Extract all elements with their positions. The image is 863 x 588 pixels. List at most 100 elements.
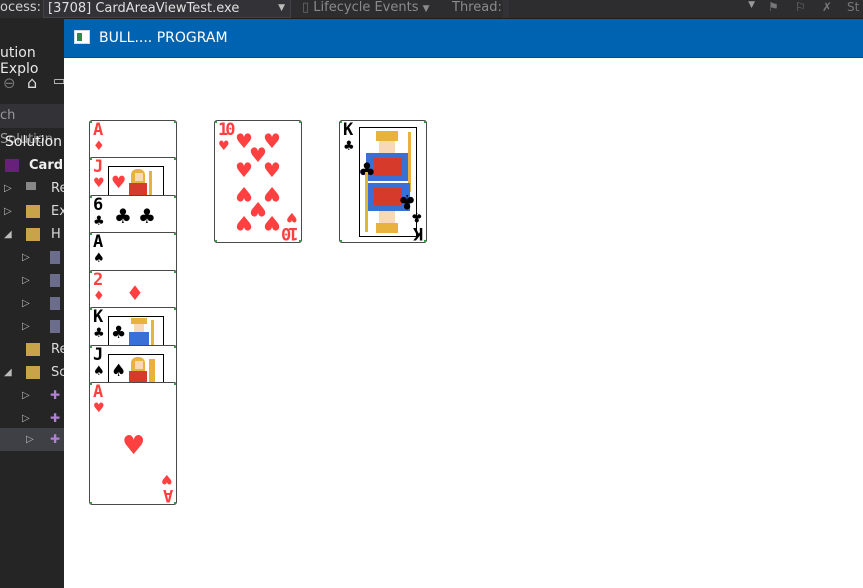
expand-arrow-icon[interactable]: ▷ xyxy=(26,428,34,451)
flag-icon[interactable]: ⚑ xyxy=(768,0,779,14)
home-icon[interactable]: ⌂ xyxy=(27,73,37,92)
program-window: BULL.... PROGRAM A ♦ J ♥ ♥ 6 ♣ ♣ ♣ A ♠ 2… xyxy=(64,19,863,588)
heart-icon: ♥ xyxy=(235,211,253,235)
thread-label: Thread: xyxy=(452,0,502,15)
jack-face-image: ♥ xyxy=(108,166,164,198)
card-area: A ♦ J ♥ ♥ 6 ♣ ♣ ♣ A ♠ 2 ♦ ♦ K ♣ ♣ J ♠ ♠ … xyxy=(64,58,863,588)
card-rank: A xyxy=(93,382,104,402)
expand-arrow-icon[interactable]: ▷ xyxy=(22,315,30,338)
spade-icon: ♠ xyxy=(93,364,105,379)
lifecycle-label: Lifecycle Events xyxy=(313,0,419,15)
card-ten-hearts[interactable]: 10 ♥ ♥ ♥ ♥ ♥ ♥ ♥ ♥ ♥ ♥ ♥ 10 ♥ xyxy=(214,120,302,243)
expand-arrow-icon[interactable]: ▷ xyxy=(4,200,12,223)
flag-clear-icon[interactable]: ✗ xyxy=(822,0,832,14)
club-icon: ♣ xyxy=(343,139,355,154)
source-files-node[interactable]: ◢ Sc xyxy=(0,361,66,384)
expand-arrow-icon[interactable]: ▷ xyxy=(22,269,30,292)
card-rank: 6 xyxy=(93,195,104,215)
solution-explorer-toolbar: ⊖ ⌂ ▭ xyxy=(0,73,65,96)
club-icon: ♣ xyxy=(411,209,423,224)
header-files-label: H xyxy=(51,227,61,242)
header-file-icon xyxy=(50,274,60,287)
diamond-icon: ♦ xyxy=(93,289,105,304)
club-icon: ♣ xyxy=(138,204,156,228)
heart-icon: ♥ xyxy=(263,211,281,235)
thread-dropdown[interactable]: ▼ xyxy=(506,0,763,18)
cpp-file-icon: ✚ xyxy=(50,411,61,425)
expand-arrow-icon[interactable]: ▷ xyxy=(22,292,30,315)
card-ace-hearts[interactable]: A ♥ ♥ A ♥ xyxy=(89,382,177,505)
project-label: Card xyxy=(29,158,64,173)
cpp-file-icon: ✚ xyxy=(50,432,61,446)
process-label: ocess: xyxy=(0,0,42,15)
card-rank: J xyxy=(93,345,104,365)
heart-icon: ♥ xyxy=(122,431,146,461)
chevron-down-icon[interactable]: ▼ xyxy=(278,0,285,17)
card-rank: J xyxy=(93,157,104,177)
card-rank-bottom: 10 xyxy=(283,223,298,243)
project-node[interactable]: Card xyxy=(0,154,64,177)
card-rank: K xyxy=(343,120,354,140)
card-rank-bottom: A xyxy=(162,485,173,505)
folder-icon xyxy=(26,205,40,218)
external-deps-node[interactable]: ▷ Ex xyxy=(0,200,67,223)
card-rank: A xyxy=(93,232,104,252)
window-title: BULL.... PROGRAM xyxy=(99,30,228,46)
collapse-arrow-icon[interactable]: ◢ xyxy=(4,361,12,384)
header-files-node[interactable]: ◢ H xyxy=(0,223,64,246)
references-icon xyxy=(26,182,36,190)
folder-icon xyxy=(26,228,40,241)
app-icon[interactable] xyxy=(74,30,90,44)
expand-arrow-icon[interactable]: ▷ xyxy=(22,407,30,430)
process-dropdown[interactable]: [3708] CardAreaViewTest.exe ▼ xyxy=(43,0,291,18)
process-value: [3708] CardAreaViewTest.exe xyxy=(48,1,240,16)
expand-arrow-icon[interactable]: ▷ xyxy=(22,384,30,407)
club-icon: ♣ xyxy=(93,326,105,341)
references-node[interactable]: ▷ Re xyxy=(0,177,67,200)
heart-icon: ♥ xyxy=(263,158,281,182)
solution-search-input[interactable]: ch Solution xyxy=(0,104,64,147)
source-file-item-selected[interactable]: ▷ ✚ xyxy=(0,428,64,451)
header-file-icon xyxy=(50,297,60,310)
diamond-icon: ♦ xyxy=(93,139,105,154)
card-rank: 10 xyxy=(218,120,236,140)
card-rank: 2 xyxy=(93,270,104,290)
ide-toolbar: ocess: [3708] CardAreaViewTest.exe ▼ ▯ L… xyxy=(0,0,863,18)
header-file-icon xyxy=(50,320,60,333)
resource-files-node[interactable]: Re xyxy=(0,338,67,361)
spade-icon: ♠ xyxy=(111,361,127,381)
project-icon xyxy=(5,159,19,172)
card-rank: A xyxy=(93,120,104,140)
card-king-clubs[interactable]: K ♣ ♣ ♣ K ♣ xyxy=(339,120,427,243)
solution-node[interactable]: Solution xyxy=(5,131,62,154)
heart-icon: ♥ xyxy=(235,158,253,182)
spade-icon: ♠ xyxy=(93,251,105,266)
back-icon[interactable]: ⊖ xyxy=(3,74,16,92)
card-rank-bottom: K xyxy=(412,223,423,243)
card-rank: K xyxy=(93,307,104,327)
expand-arrow-icon[interactable]: ▷ xyxy=(22,246,30,269)
window-titlebar[interactable]: BULL.... PROGRAM xyxy=(64,19,863,58)
heart-icon: ♥ xyxy=(286,209,298,224)
heart-icon: ♥ xyxy=(111,173,127,193)
club-icon: ♣ xyxy=(111,323,127,343)
club-icon: ♣ xyxy=(93,214,105,229)
stack-frame-label[interactable]: St xyxy=(847,0,859,14)
king-face-image: ♣ xyxy=(108,316,164,348)
lifecycle-events-dropdown[interactable]: ▯ Lifecycle Events ▼ xyxy=(302,0,430,15)
heart-icon: ♥ xyxy=(93,401,105,416)
heart-icon: ♥ xyxy=(93,176,105,191)
heart-icon: ♥ xyxy=(218,139,230,154)
diamond-icon: ♦ xyxy=(126,281,144,305)
club-icon: ♣ xyxy=(114,204,132,228)
flag-filter-icon[interactable]: ⚐ xyxy=(795,0,806,14)
folder-icon xyxy=(26,366,40,379)
header-file-icon xyxy=(50,251,60,264)
folder-icon xyxy=(26,343,40,356)
king-face-image: ♣ ♣ xyxy=(359,127,417,237)
chevron-down-icon[interactable]: ▼ xyxy=(748,0,755,10)
heart-icon: ♥ xyxy=(161,471,173,486)
expand-arrow-icon[interactable]: ▷ xyxy=(4,177,12,200)
solution-label: Solution xyxy=(5,134,63,150)
collapse-arrow-icon[interactable]: ◢ xyxy=(4,223,12,246)
